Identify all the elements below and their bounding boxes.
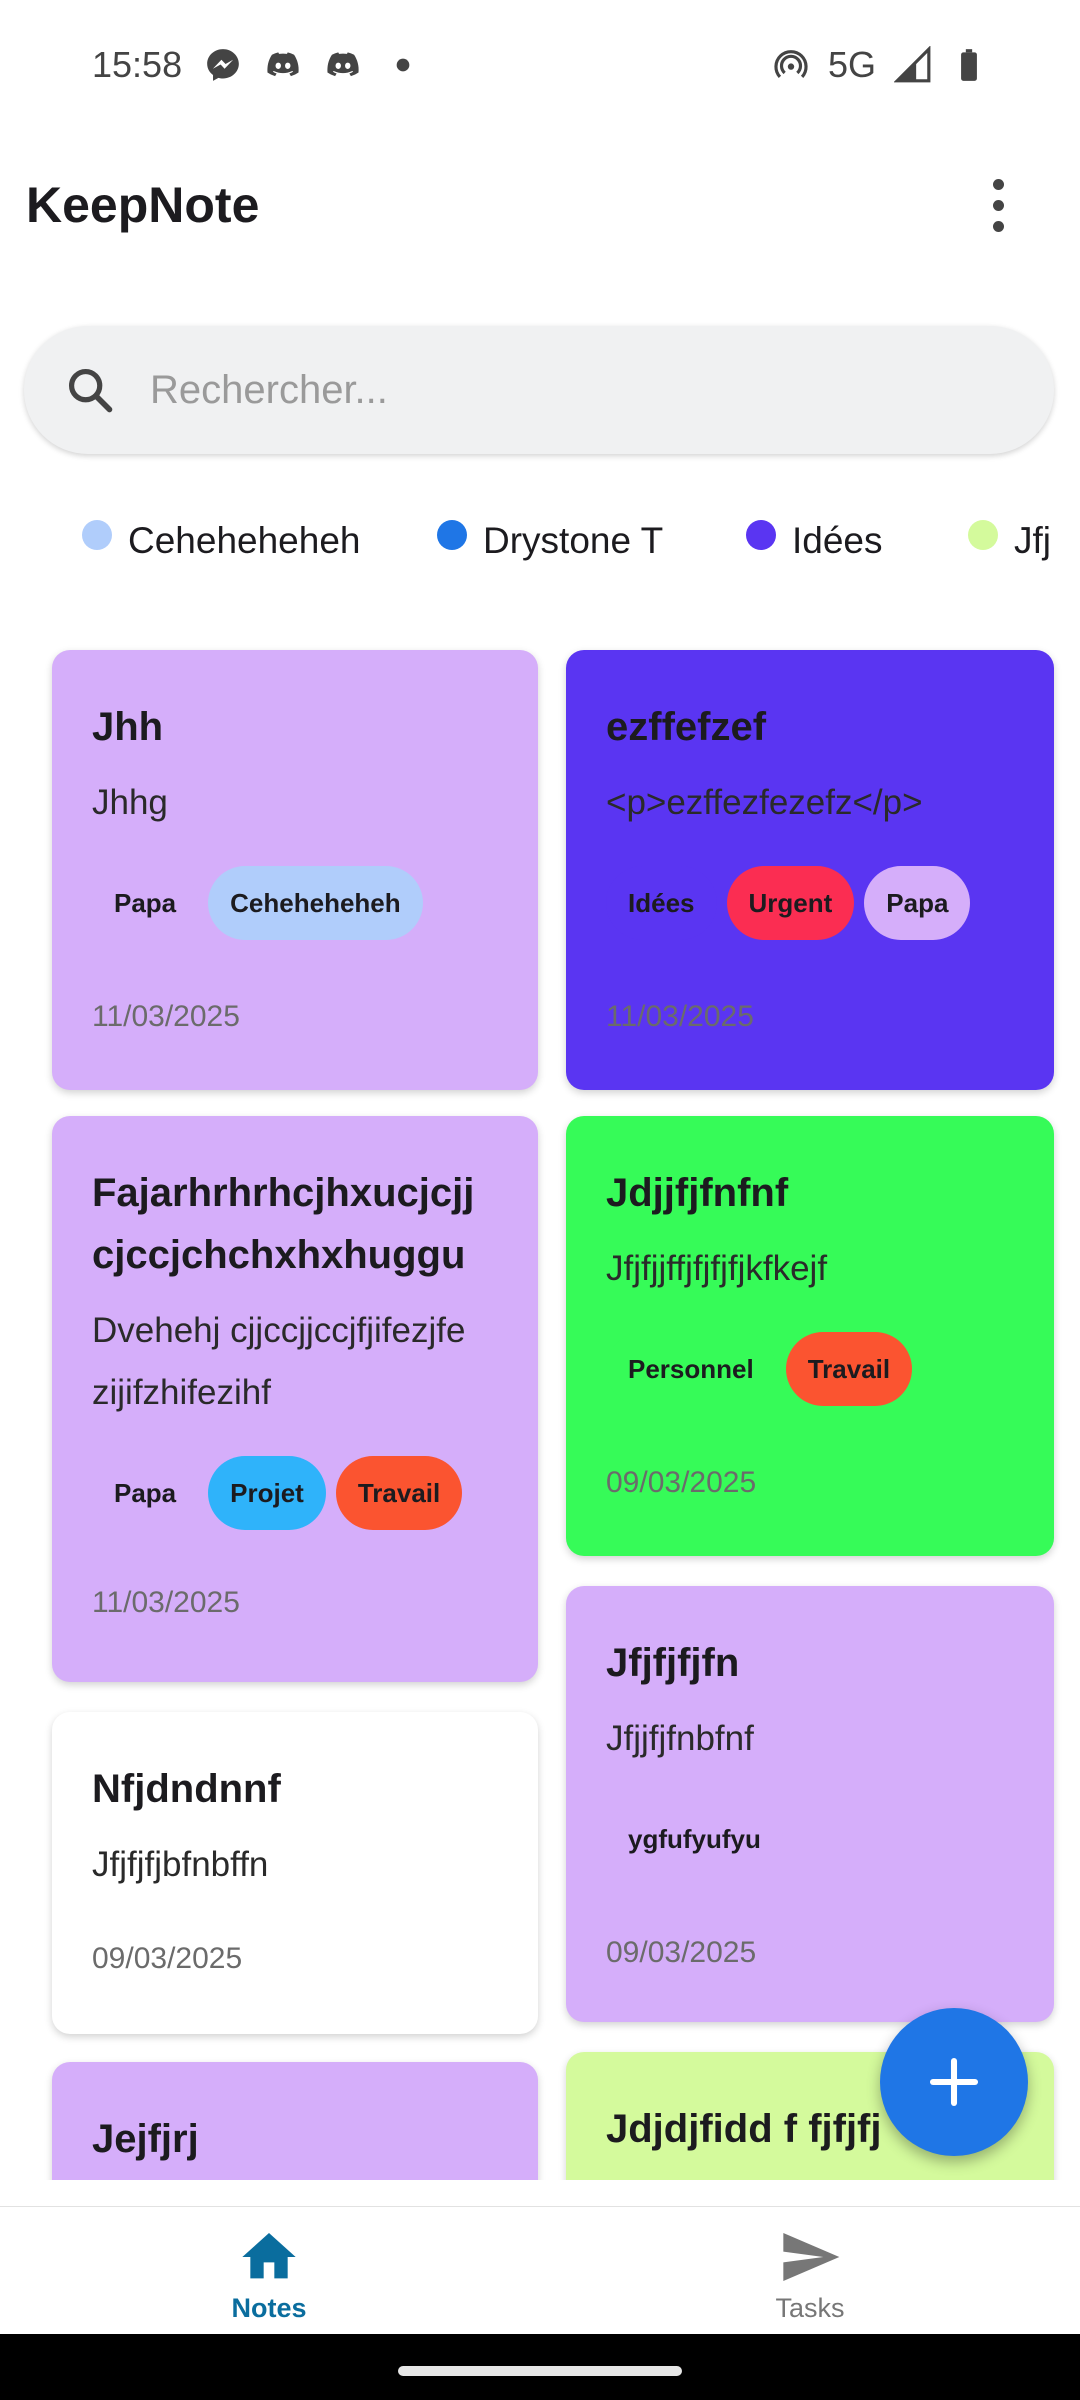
discord-icon [324,46,362,84]
status-bar: 15:58 5G [0,0,1080,130]
category-color-dot [968,520,998,550]
category-color-dot [82,520,112,550]
note-date: 09/03/2025 [606,1936,757,1969]
note-card[interactable]: Nfjdndnnf Jfjfjfjbfnbffn 09/03/2025 [52,1712,538,2034]
note-body: Jfjjfjfnbfnf [606,1719,754,1758]
category-label: Ceheheheheh [128,520,361,561]
note-tags: Papa Projet Travail [92,1456,498,1530]
tag-chip: Papa [864,866,971,940]
home-gesture-handle[interactable] [398,2366,682,2376]
category-chip[interactable]: Ceheheheheh [82,520,361,562]
note-title: Jhh [92,705,164,749]
tag-chip: Personnel [606,1332,776,1406]
signal-icon [894,46,932,84]
category-filter-bar: Ceheheheheh Drystone T Idées Jfj [0,520,1080,580]
category-label: Jfj [1014,520,1051,561]
tag-chip: Ceheheheheh [208,866,423,940]
note-tags: Idées Urgent Papa [606,866,1014,940]
note-title-line: Fajarhrhrhcjhxucjcjj [92,1171,475,1215]
battery-icon [950,46,988,84]
note-title-line: cjccjchchxhxhuggu [92,1233,466,1277]
system-gesture-bar [0,2334,1080,2400]
note-card[interactable]: Jejfjrj [52,2062,538,2180]
notes-grid: Jhh Jhhg Papa Ceheheheheh 11/03/2025 ezf… [0,640,1080,2180]
nav-item-tasks[interactable]: Tasks [660,2225,960,2324]
discord-icon [264,46,302,84]
category-chip[interactable]: Drystone T [437,520,663,562]
note-body-line: zijifzhifezihf [92,1373,271,1412]
app-bar: KeepNote [0,150,1080,260]
tag-chip: Papa [92,866,199,940]
note-title: Jejfjrj [92,2117,199,2161]
dot-icon [384,46,422,84]
category-label: Idées [792,520,883,561]
note-date: 11/03/2025 [92,1586,240,1619]
note-card[interactable]: Fajarhrhrhcjhxucjcjj cjccjchchxhxhuggu D… [52,1116,538,1682]
tag-chip: Travail [335,1456,463,1530]
add-note-button[interactable] [880,2008,1028,2156]
note-body: Jfjfjfjbfnbffn [92,1845,269,1884]
status-time: 15:58 [92,44,183,85]
category-color-dot [746,520,776,550]
tag-chip: Idées [606,866,717,940]
nav-label-tasks: Tasks [775,2293,845,2323]
note-date: 09/03/2025 [606,1466,757,1499]
category-chip[interactable]: Jfj [968,520,1051,562]
category-chip[interactable]: Idées [746,520,883,562]
note-title: Jdjjfjfnfnf [606,1171,789,1215]
note-date: 09/03/2025 [92,1942,243,1975]
send-icon [783,2233,840,2281]
note-card[interactable]: ezffefzef <p>ezffezfezefz</p> Idées Urge… [566,650,1054,1090]
note-card[interactable]: Jhh Jhhg Papa Ceheheheheh 11/03/2025 [52,650,538,1090]
note-body: Jfjfjjffjfjfjfjkfkejf [606,1249,828,1288]
note-body: Dvehehj cjjccjjccjfjifezjfe zijifzhifezi… [92,1300,498,1424]
note-body: Jhhg [92,783,168,822]
note-date: 11/03/2025 [606,1000,754,1033]
note-title: Fajarhrhrhcjhxucjcjj cjccjchchxhxhuggu [92,1162,498,1286]
tag-chip: ygfufyufyu [606,1802,783,1876]
app-title: KeepNote [26,177,260,233]
note-tags: Personnel Travail [606,1332,1014,1406]
tag-chip: Travail [785,1332,913,1406]
note-tags: Papa Ceheheheheh [92,866,498,940]
note-body-line: Dvehehj cjjccjjccjfjifezjfe [92,1311,466,1350]
plus-icon [929,2057,979,2107]
note-card[interactable]: Jfjfjfjfn Jfjjfjfnbfnf ygfufyufyu 09/03/… [566,1586,1054,2022]
note-date: 11/03/2025 [92,1000,240,1033]
note-title: Nfjdndnnf [92,1767,281,1811]
network-type: 5G [827,44,876,85]
note-tags: ygfufyufyu [606,1802,1014,1876]
more-vert-icon[interactable] [968,165,1028,245]
tag-chip: Projet [208,1456,326,1530]
nav-item-notes[interactable]: Notes [119,2225,419,2324]
tag-chip: Urgent [726,866,855,940]
nav-label-notes: Notes [231,2293,307,2323]
tag-chip: Papa [92,1456,199,1530]
messenger-icon [204,46,242,84]
search-bar[interactable] [24,326,1054,454]
note-body: <p>ezffezfezefz</p> [606,783,923,822]
category-label: Drystone T [483,520,664,561]
home-icon [242,2233,296,2279]
note-card[interactable]: Jdjjfjfnfnf Jfjfjjffjfjfjfjkfkejf Person… [566,1116,1054,1556]
category-color-dot [437,520,467,550]
search-icon [68,368,113,413]
note-title: Jfjfjfjfn [606,1641,740,1685]
search-input[interactable] [150,367,950,413]
note-title: ezffefzef [606,705,767,749]
hotspot-icon [772,46,810,84]
bottom-navigation: Notes Tasks [0,2206,1080,2334]
